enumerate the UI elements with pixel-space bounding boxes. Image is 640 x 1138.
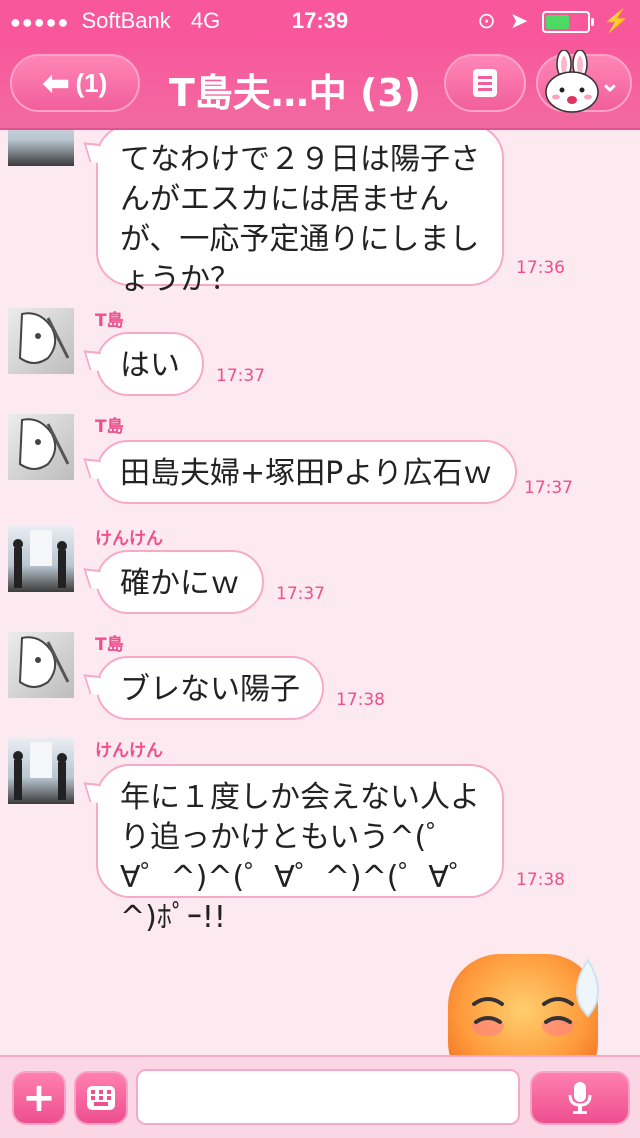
status-right: ⊙ ➤ ⚡ <box>477 8 630 34</box>
message-text: はい <box>120 348 180 383</box>
menu-button[interactable] <box>444 54 526 112</box>
rotation-lock-icon: ⊙ <box>477 8 496 33</box>
message-time: 17:38 <box>336 690 385 710</box>
message-bubble[interactable]: ブレない陽子 <box>96 656 324 720</box>
battery-icon <box>542 11 595 34</box>
message-input-bar: + <box>0 1055 640 1138</box>
back-arrow-icon: ⬅ <box>42 65 70 101</box>
menu-list-icon <box>473 69 497 97</box>
message-text: てなわけで２９日は陽子さんがエスカには居ませんが、一応予定通りにしましょうか？ <box>120 142 480 297</box>
sweat-face-sticker <box>448 954 599 1055</box>
avatar[interactable] <box>8 526 74 592</box>
avatar[interactable] <box>8 130 74 166</box>
message-time: 17:36 <box>516 258 565 278</box>
avatar-image <box>18 636 70 688</box>
avatar-image <box>18 312 70 364</box>
avatar[interactable] <box>8 308 74 374</box>
voice-message-button[interactable] <box>530 1071 630 1125</box>
sender-name: けんけん <box>95 741 163 761</box>
sender-name: T島 <box>95 417 124 437</box>
avatar-image <box>13 530 67 588</box>
keyboard-icon <box>87 1086 115 1110</box>
add-attachment-button[interactable]: + <box>12 1071 66 1125</box>
message-bubble[interactable]: 年に１度しか会えない人より追っかけともいう^(゜∀゜^)^(゜∀゜^)^(゜∀゜… <box>96 764 504 935</box>
bunny-profile-icon <box>545 50 599 113</box>
charging-icon: ⚡ <box>602 8 630 33</box>
back-button-label: (1) <box>75 67 108 98</box>
location-icon: ➤ <box>509 8 529 33</box>
message-bubble[interactable]: はい <box>96 332 204 396</box>
avatar[interactable] <box>8 632 74 698</box>
profile-button[interactable]: ⌄ <box>536 50 632 113</box>
message-time: 17:37 <box>216 366 265 386</box>
back-button[interactable]: ⬅ (1) <box>10 54 140 112</box>
nav-bar: ⬅ (1) T島夫…中 (3) ⌄ <box>0 40 640 130</box>
microphone-icon <box>568 1082 592 1114</box>
avatar[interactable] <box>8 414 74 480</box>
avatar[interactable] <box>8 738 74 804</box>
chat-title: T島夫…中 (3) <box>168 71 422 115</box>
message-text: 確かにｗ <box>120 566 240 601</box>
message-time: 17:37 <box>524 478 573 498</box>
message-bubble[interactable]: 確かにｗ <box>96 550 264 614</box>
message-bubble[interactable]: てなわけで２９日は陽子さんがエスカには居ませんが、一応予定通りにしましょうか？ <box>96 130 504 297</box>
message-text: 年に１度しか会えない人より追っかけともいう^(゜∀゜^)^(゜∀゜^)^(゜∀゜… <box>120 780 480 935</box>
message-text: 田島夫婦+塚田Pより広石ｗ <box>120 456 493 491</box>
message-text: ブレない陽子 <box>120 672 300 707</box>
sender-name: けんけん <box>95 529 163 549</box>
message-input[interactable] <box>136 1069 520 1125</box>
message-time: 17:37 <box>276 584 325 604</box>
avatar-image <box>13 742 67 800</box>
message-bubble[interactable]: 田島夫婦+塚田Pより広石ｗ <box>96 440 517 504</box>
chat-message-list[interactable]: てなわけで２９日は陽子さんがエスカには居ませんが、一応予定通りにしましょうか？ … <box>0 130 640 1055</box>
keyboard-button[interactable] <box>74 1071 128 1125</box>
sender-name: T島 <box>95 635 124 655</box>
message-time: 17:38 <box>516 870 565 890</box>
plus-icon: + <box>22 1075 56 1121</box>
status-bar: ●●●●● SoftBank 4G 17:39 ⊙ ➤ ⚡ <box>0 0 640 40</box>
avatar-image <box>18 418 70 470</box>
sender-name: T島 <box>95 311 124 331</box>
